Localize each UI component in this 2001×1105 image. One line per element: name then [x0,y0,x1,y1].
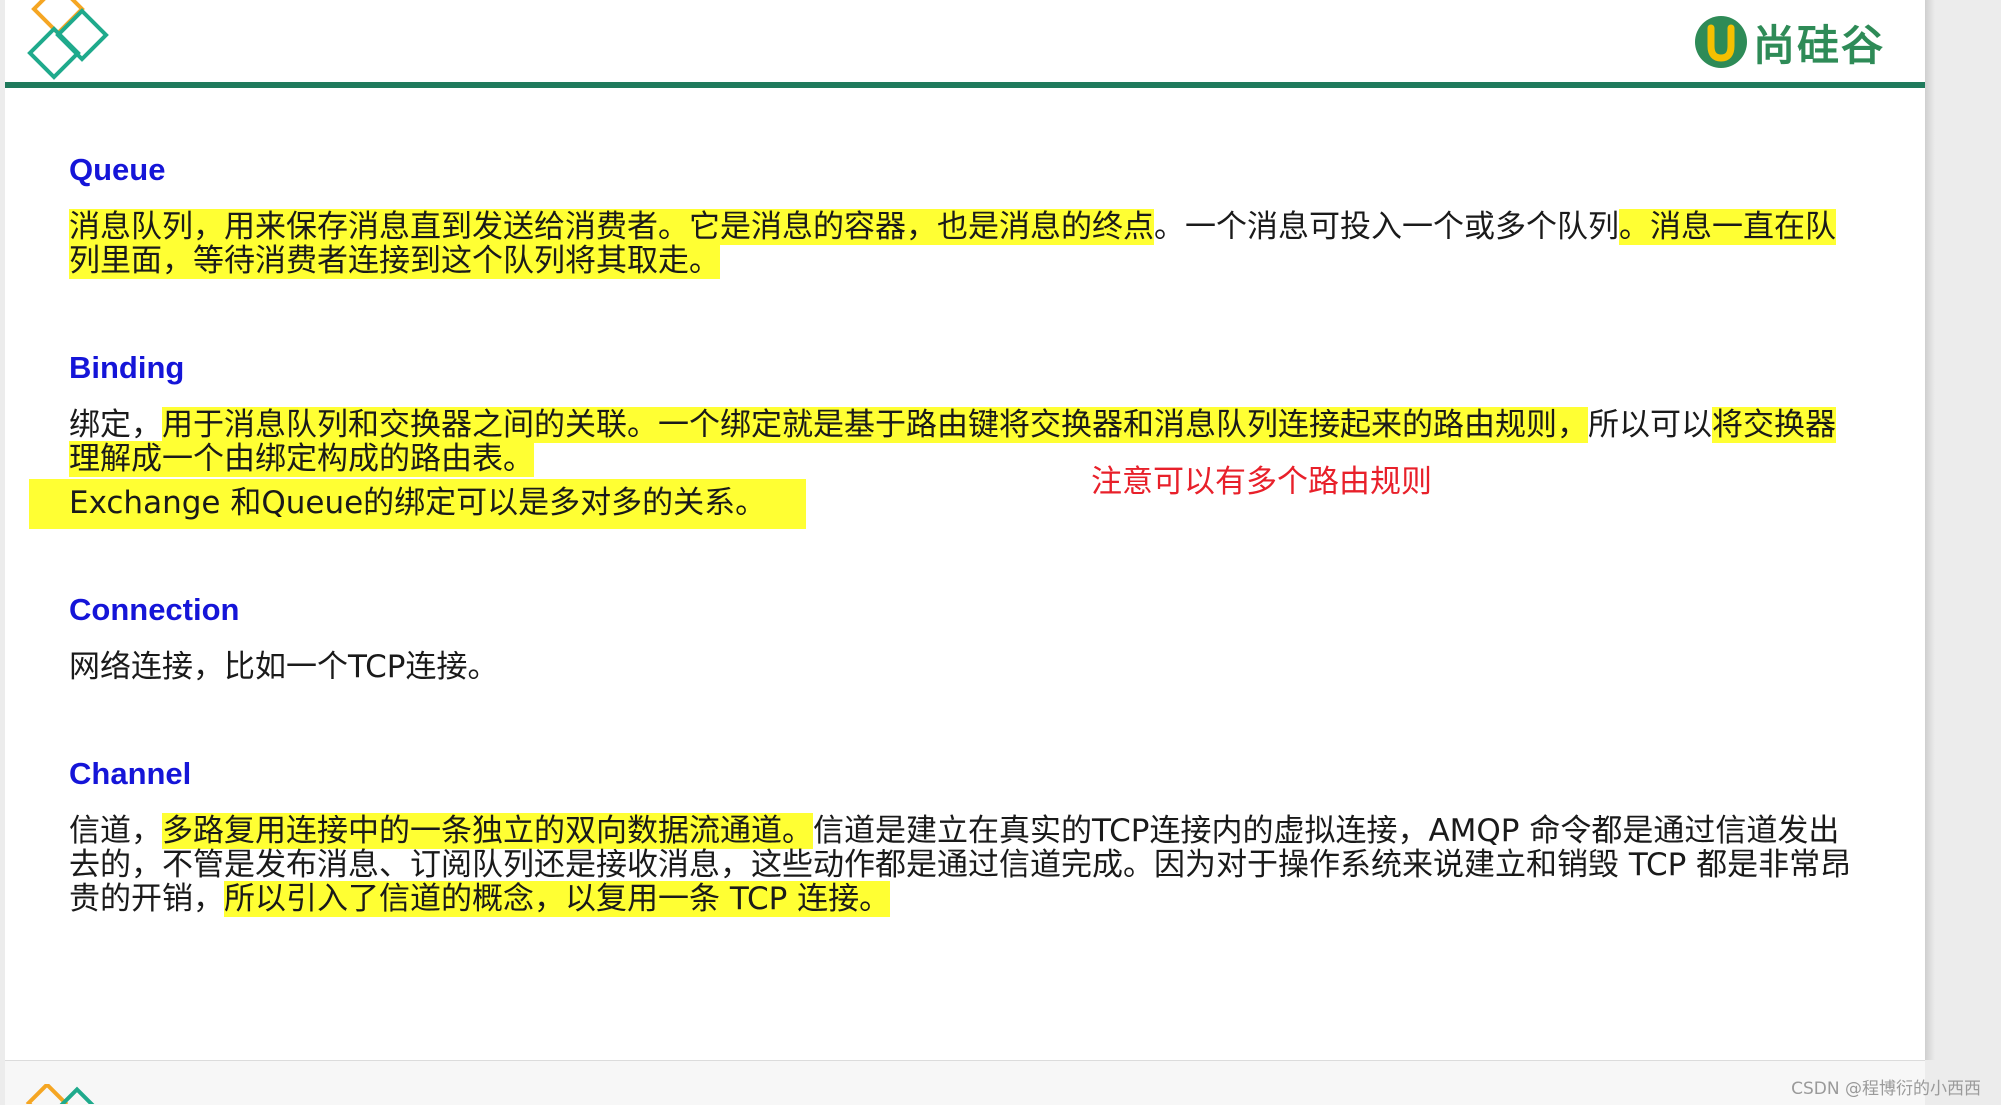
plain-text: 信道， [69,813,162,849]
channel-description: 信道，多路复用连接中的一条独立的双向数据流通道。信道是建立在真实的TCP连接内的… [69,813,1859,917]
brand-logo: 尚硅谷 [1693,12,1885,72]
heading-binding: Binding [69,350,185,385]
heading-connection: Connection [69,592,240,627]
binding-description: 绑定，用于消息队列和交换器之间的关联。一个绑定就是基于路由键将交换器和消息队列连… [69,407,1859,477]
brand-u-badge-icon [1694,16,1747,68]
connection-description: 网络连接，比如一个TCP连接。 [69,649,499,685]
annotation-note: 注意可以有多个路由规则 [1091,464,1432,500]
highlighted-text: 所以引入了信道的概念，以复用一条 TCP 连接。 [224,881,891,917]
slide-page: 尚硅谷 Queue 消息队列，用来保存消息直到发送给消费者。它是消息的容器，也是… [5,0,1925,1060]
heading-queue: Queue [69,152,166,187]
next-page-strip [5,1060,1925,1105]
plain-text: 。一个消息可投入一个或多个队列 [1154,209,1619,245]
plain-text: 绑定， [69,407,162,443]
page-edge-shadow [1925,0,1935,1060]
next-page-diamond-icon [25,1084,96,1104]
highlighted-text: 消息队列，用来保存消息直到发送给消费者。它是消息的容器，也是消息的终点 [69,209,1154,245]
brand-name: 尚硅谷 [1752,20,1885,70]
csdn-watermark: CSDN @程博衍的小西西 [1791,1079,1981,1099]
highlighted-text: 多路复用连接中的一条独立的双向数据流通道。 [162,813,813,849]
diamond-logo-icon [27,0,109,80]
highlighted-text: 用于消息队列和交换器之间的关联。一个绑定就是基于路由键将交换器和消息队列连接起来… [162,407,1588,443]
binding-many-to-many: Exchange 和Queue的绑定可以是多对多的关系。 [29,479,807,529]
heading-channel: Channel [69,756,192,791]
header-divider [5,82,1925,88]
plain-text: 所以可以 [1588,407,1712,443]
queue-description: 消息队列，用来保存消息直到发送给消费者。它是消息的容器，也是消息的终点。一个消息… [69,209,1859,279]
